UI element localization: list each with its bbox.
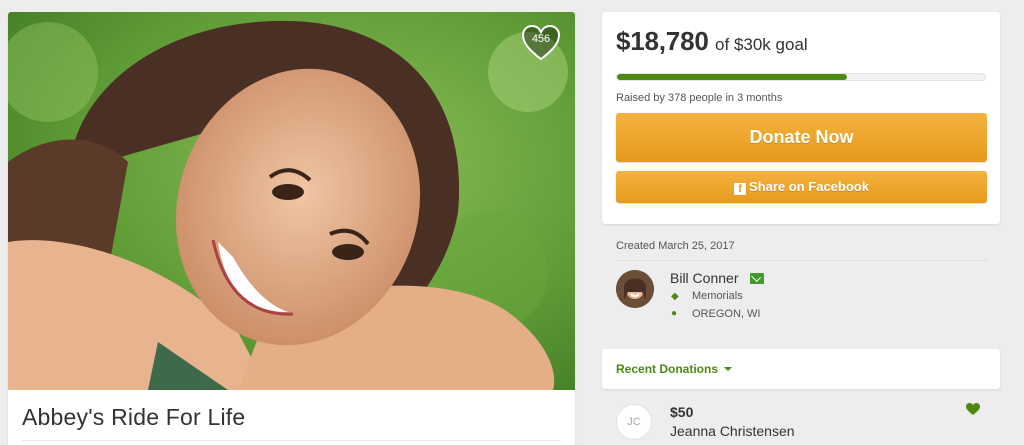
facebook-icon: f <box>734 183 747 195</box>
amount-line: $18,780 of $30k goal <box>616 26 808 57</box>
divider <box>22 440 561 441</box>
location-text: OREGON, WI <box>692 308 761 320</box>
favorite-button[interactable]: 456 <box>521 24 561 62</box>
category-link[interactable]: Memorials <box>692 290 743 302</box>
divider <box>616 260 987 261</box>
progress-fill <box>617 74 848 80</box>
raised-amount: $18,780 <box>616 26 709 56</box>
goal-card: $18,780 of $30k goal Raised by 378 peopl… <box>602 12 1000 224</box>
recent-donations-header[interactable]: Recent Donations <box>602 349 1000 389</box>
campaign-photo-image <box>8 12 575 390</box>
heart-icon[interactable] <box>966 403 980 421</box>
created-date: Created March 25, 2017 <box>616 240 735 252</box>
organizer-avatar[interactable] <box>616 270 654 308</box>
recent-donations-toggle[interactable]: Recent Donations <box>616 362 733 376</box>
donate-now-button[interactable]: Donate Now <box>616 113 987 162</box>
share-facebook-button[interactable]: f Share on Facebook <box>616 171 987 203</box>
heart-count: 456 <box>531 33 551 45</box>
goal-text: of $30k goal <box>715 35 808 54</box>
progress-bar <box>616 73 986 81</box>
caret-down-icon <box>724 367 733 371</box>
raised-by-text: Raised by 378 people in 3 months <box>616 92 783 104</box>
tag-icon: ◆ <box>671 291 679 302</box>
donor-name: Jeanna Christensen <box>670 423 795 439</box>
campaign-title: Abbey's Ride For Life <box>22 404 246 430</box>
donor-avatar: JC <box>616 404 652 440</box>
share-facebook-label: Share on Facebook <box>749 179 869 194</box>
map-pin-icon: ● <box>671 308 678 319</box>
organizer-avatar-image <box>616 270 654 308</box>
organizer-name[interactable]: Bill Conner <box>670 270 738 286</box>
campaign-card: 456 Abbey's Ride For Life <box>8 12 575 445</box>
campaign-photo <box>8 12 575 390</box>
mail-icon[interactable] <box>750 273 764 284</box>
recent-donations-label: Recent Donations <box>616 362 719 376</box>
donation-amount: $50 <box>670 404 694 420</box>
